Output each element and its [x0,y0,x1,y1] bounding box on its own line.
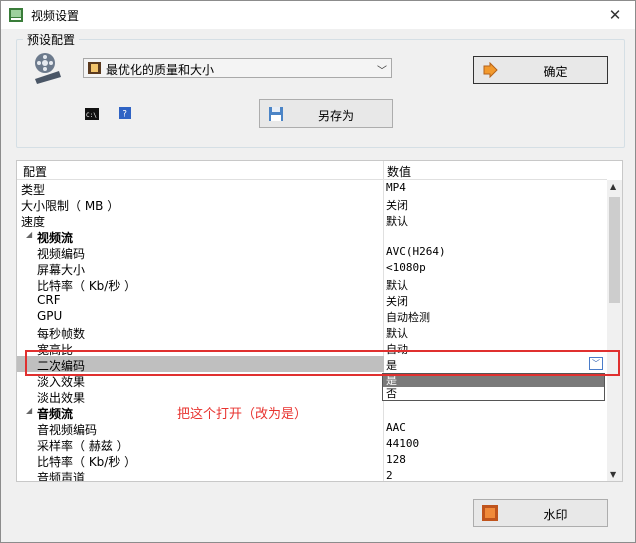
table-row[interactable]: 比特率（ Kb/秒 ） 128 [17,452,607,469]
scroll-down-icon[interactable]: ▼ [610,470,616,479]
setting-value[interactable]: 默认 [386,325,408,341]
setting-value[interactable]: <1080p [386,261,426,274]
setting-value[interactable]: 128 [386,453,406,466]
table-row[interactable]: 速度 默认 [17,212,607,229]
table-row[interactable]: 比特率（ Kb/秒 ）默认 [17,276,607,293]
setting-value[interactable]: MP4 [386,181,406,194]
watermark-button-label: 水印 [543,508,568,522]
preset-select[interactable]: 最优化的质量和大小 ﹀ [83,58,392,78]
header-value: 数值 [387,165,412,179]
setting-value[interactable]: 关闭 [386,197,408,213]
close-icon[interactable]: ✕ [605,5,625,25]
collapse-icon[interactable]: ◢ [26,406,32,415]
category-row: ◢ 音频流 [17,404,607,421]
dropdown-list: 是 否 [382,373,605,401]
app-icon [9,8,23,22]
watermark-button[interactable]: 水印 [473,499,608,527]
video-settings-window: 视频设置 ✕ 预设配置 最优化的质量和大小 ﹀ 确定 C:\ ? 另存为 配置 … [0,0,636,543]
film-strip-icon [88,62,101,74]
preset-select-value: 最优化的质量和大小 [106,63,215,77]
setting-value[interactable]: 关闭 [386,293,408,309]
film-reel-icon [35,53,61,84]
table-row[interactable]: 每秒帧数 默认 [17,324,607,341]
category-row: ◢ 视频流 [17,228,607,245]
setting-name: 音频声道 [37,471,86,482]
ok-button-label: 确定 [543,65,568,79]
ok-button[interactable]: 确定 [473,56,608,84]
arrow-right-icon [483,62,498,78]
save-as-button[interactable]: 另存为 [259,99,393,128]
setting-value[interactable]: 44100 [386,437,419,450]
window-title: 视频设置 [31,9,80,23]
table-row[interactable]: 类型 MP4 [17,180,607,197]
table-header: 配置 数值 [17,161,607,180]
scrollbar-thumb[interactable] [609,197,620,303]
table-row[interactable]: 大小限制（ MB ）关闭 [17,196,607,213]
svg-text:C:\: C:\ [86,112,97,119]
table-row[interactable]: 音视频编码 AAC [17,420,607,437]
dropdown-option-no[interactable]: 否 [383,387,604,400]
table-row[interactable]: CRF 关闭 [17,292,607,308]
setting-value[interactable]: AAC [386,421,406,434]
setting-value[interactable]: 自动检测 [386,309,430,325]
table-row[interactable]: 音频声道 2 [17,468,607,482]
collapse-icon[interactable]: ◢ [26,230,32,239]
save-as-button-label: 另存为 [317,109,354,123]
setting-name: GPU [37,309,63,323]
command-line-icon[interactable]: C:\ [85,108,99,120]
setting-name: CRF [37,293,61,307]
settings-table: 配置 数值 类型 MP4 大小限制（ MB ）关闭 速度 默认 ◢ 视频流 视频编码 AVC(H… [16,160,623,482]
table-row[interactable]: 屏幕大小 <1080p [17,260,607,277]
setting-value[interactable]: 默认 [386,213,408,229]
table-row[interactable]: 采样率（ 赫兹 ） 44100 [17,436,607,453]
table-row[interactable]: GPU 自动检测 [17,308,607,324]
vertical-scrollbar[interactable]: ▲ ▼ [607,180,622,481]
highlight-box [25,350,620,376]
title-bar: 视频设置 ✕ [1,1,635,29]
annotation-text: 把这个打开（改为是） [177,407,308,422]
chevron-down-icon: ﹀ [377,66,387,77]
setting-value[interactable]: AVC(H264) [386,245,446,258]
preset-group-label: 预设配置 [23,31,80,48]
svg-text:?: ? [122,109,127,119]
setting-value[interactable]: 2 [386,469,393,481]
watermark-icon [482,505,498,521]
help-icon[interactable]: ? [118,107,132,119]
scroll-up-icon[interactable]: ▲ [610,182,616,191]
setting-value[interactable]: 默认 [386,277,408,293]
table-row[interactable]: 视频编码 AVC(H264) [17,244,607,261]
header-name: 配置 [23,165,48,179]
